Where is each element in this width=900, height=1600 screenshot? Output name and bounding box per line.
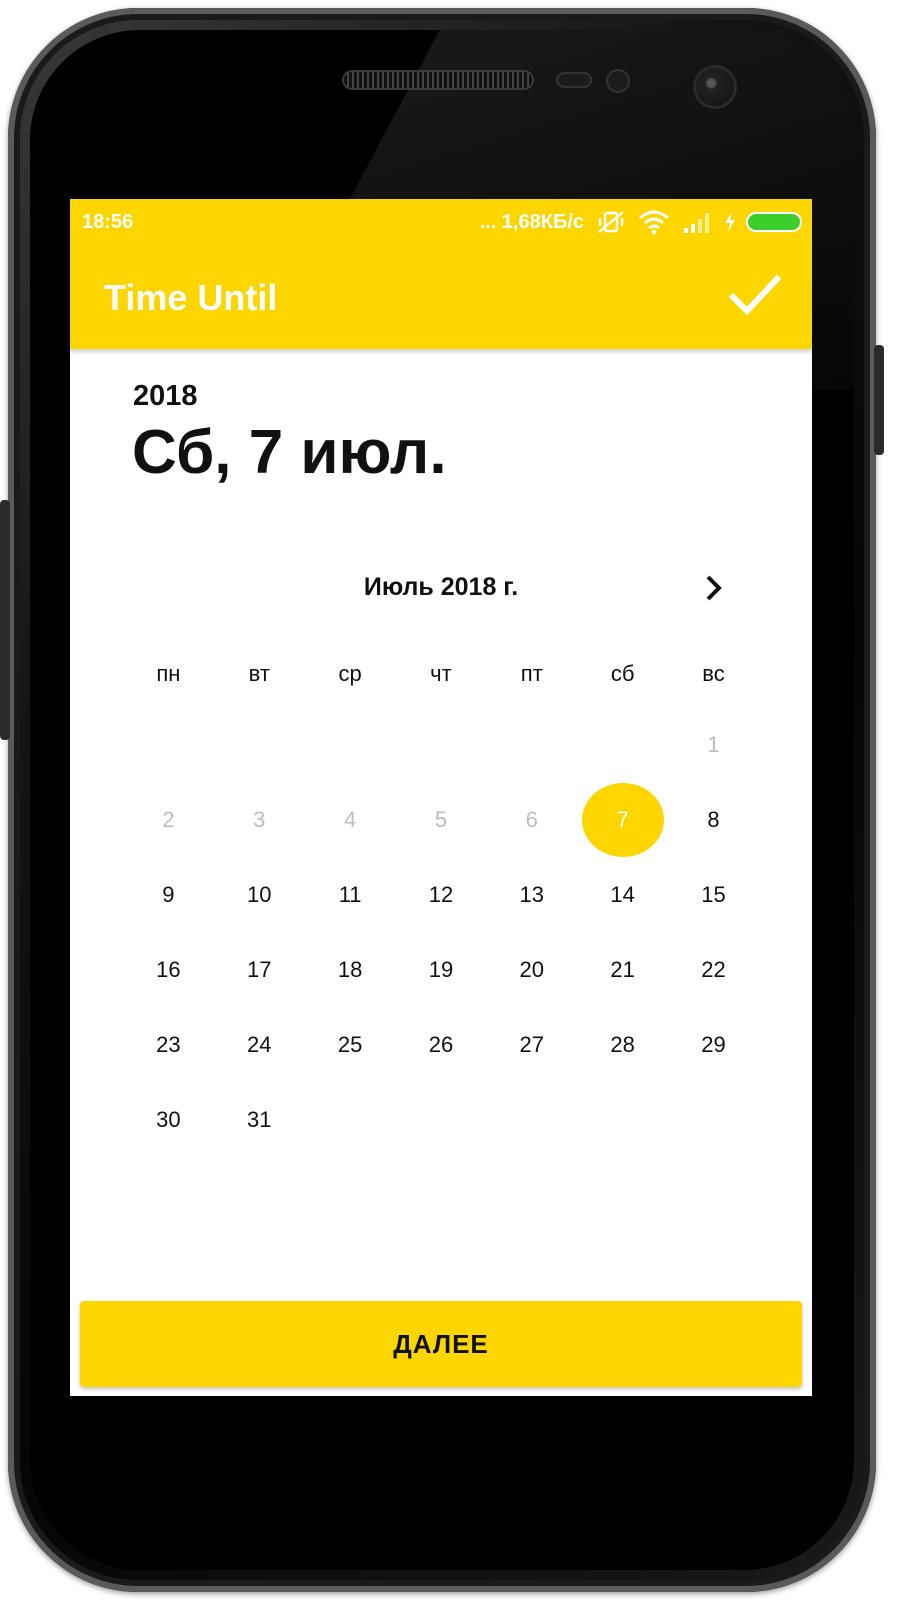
calendar-day[interactable]: 28: [577, 1007, 668, 1082]
calendar-day-empty: [577, 707, 668, 782]
calendar-day[interactable]: 24: [214, 1007, 305, 1082]
calendar-day[interactable]: 8: [668, 782, 759, 857]
calendar-day[interactable]: 9: [123, 857, 214, 932]
weekday-label: чт: [430, 661, 452, 686]
earpiece-speaker: [342, 70, 534, 90]
calendar-day-empty: [577, 1082, 668, 1157]
light-sensor: [606, 69, 630, 93]
calendar-day[interactable]: 30: [123, 1082, 214, 1157]
weekday-label: вт: [248, 661, 270, 686]
volume-button: [0, 500, 10, 740]
calendar-day[interactable]: 26: [396, 1007, 487, 1082]
weekday-label: пт: [520, 661, 543, 686]
calendar-day[interactable]: 27: [486, 1007, 577, 1082]
calendar-day[interactable]: 14: [577, 857, 668, 932]
calendar-day: 3: [253, 806, 266, 832]
calendar-day[interactable]: 15: [668, 857, 759, 932]
weekday-label: вс: [702, 661, 725, 686]
calendar-day[interactable]: 12: [396, 857, 487, 932]
calendar-week: 16 17 18 19 20 21 22: [123, 932, 759, 1007]
battery-icon: [748, 214, 800, 230]
weekday-label: пн: [156, 661, 181, 686]
power-button: [874, 345, 884, 455]
calendar-day-empty: [214, 707, 305, 782]
calendar-day[interactable]: 10: [214, 857, 305, 932]
calendar-day[interactable]: 25: [305, 1007, 396, 1082]
app-screen: 18:56 ... 1,68КБ/с Time Until 2018 Сб, 7…: [70, 199, 812, 1396]
calendar-day-empty: [396, 1082, 487, 1157]
calendar-week: 1: [123, 707, 759, 782]
calendar-day[interactable]: 22: [668, 932, 759, 1007]
calendar-day: 2: [162, 806, 175, 832]
calendar-week: 30 31: [123, 1082, 759, 1157]
calendar-week: 2 3 4 5 6 7 8: [123, 782, 759, 857]
app-bar: Time Until: [70, 245, 812, 349]
front-camera: [696, 68, 734, 106]
calendar-day[interactable]: 23: [123, 1007, 214, 1082]
calendar-day[interactable]: 21: [577, 932, 668, 1007]
calendar-grid: 1 2 3 4 5 6 7 8 9 10 11 12 13 14 15 16 1…: [123, 707, 759, 1157]
calendar-day-empty: [305, 707, 396, 782]
calendar-day-empty: [486, 707, 577, 782]
calendar-day: 4: [343, 806, 357, 832]
chevron-right-icon[interactable]: [700, 573, 728, 603]
calendar-day: 6: [525, 806, 538, 832]
app-title: Time Until: [104, 277, 278, 318]
status-icons: ... 1,68КБ/с: [480, 209, 800, 235]
next-button[interactable]: ДАЛЕЕ: [80, 1301, 802, 1387]
weekday-label: ср: [338, 661, 362, 686]
calendar-day[interactable]: 13: [486, 857, 577, 932]
calendar-day: 5: [434, 806, 448, 832]
charging-icon: [725, 212, 735, 232]
calendar-day[interactable]: 20: [486, 932, 577, 1007]
calendar-day-empty: [396, 707, 487, 782]
calendar-day[interactable]: 16: [123, 932, 214, 1007]
selected-year[interactable]: 2018: [133, 380, 198, 413]
calendar-day-empty: [668, 1082, 759, 1157]
calendar-day[interactable]: 17: [214, 932, 305, 1007]
calendar-week: 9 10 11 12 13 14 15: [123, 857, 759, 932]
calendar-day[interactable]: 11: [305, 857, 396, 932]
weekday-label: сб: [610, 661, 635, 686]
wifi-icon: [639, 210, 669, 235]
calendar-week: 23 24 25 26 27 28 29: [123, 1007, 759, 1082]
vibrate-off-icon: [598, 211, 624, 233]
calendar-day[interactable]: 18: [305, 932, 396, 1007]
calendar-day[interactable]: 31: [214, 1082, 305, 1157]
signal-icon: [684, 213, 709, 233]
selected-date: Сб, 7 июл.: [132, 418, 447, 487]
calendar-day-empty: [305, 1082, 396, 1157]
check-icon[interactable]: [728, 271, 782, 321]
calendar-day[interactable]: 19: [396, 932, 487, 1007]
calendar-day-empty: [123, 707, 214, 782]
proximity-sensor: [556, 72, 592, 88]
status-bar: 18:56 ... 1,68КБ/с: [70, 199, 812, 245]
network-speed: ... 1,68КБ/с: [479, 210, 584, 233]
calendar-day: 1: [707, 731, 720, 757]
status-time: 18:56: [82, 211, 134, 233]
calendar-day[interactable]: 29: [668, 1007, 759, 1082]
calendar-day-empty: [486, 1082, 577, 1157]
calendar-day-selected[interactable]: 7: [577, 782, 668, 857]
weekday-header: пн вт ср чт пт сб вс: [123, 661, 759, 687]
